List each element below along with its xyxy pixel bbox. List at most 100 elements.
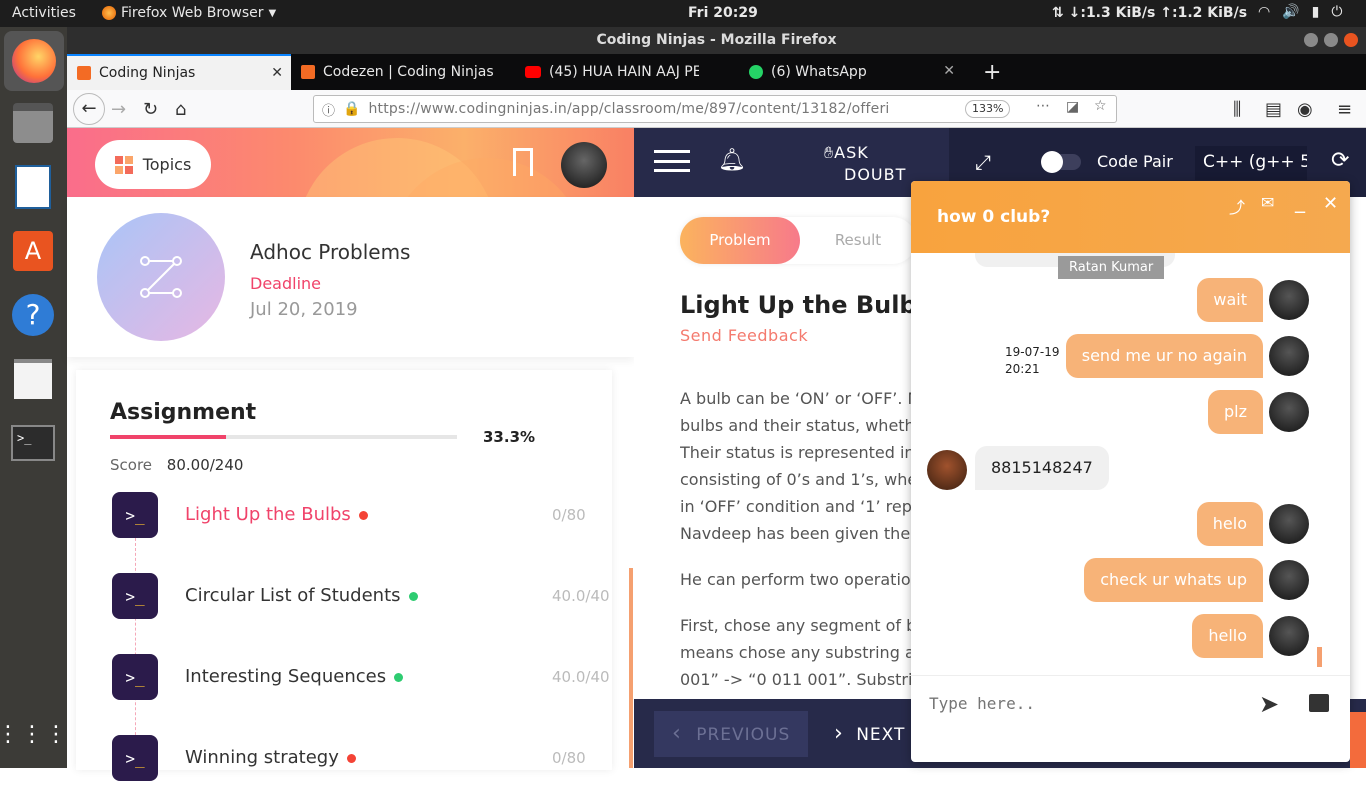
new-tab-button[interactable]: + xyxy=(973,54,1003,90)
list-item-problem-4[interactable]: > _ Winning strategy 0/80 xyxy=(112,735,632,785)
close-icon[interactable]: ✕ xyxy=(1323,193,1338,214)
problem-name-text: Interesting Sequences xyxy=(185,666,387,687)
info-icon[interactable]: ⓘ xyxy=(322,100,335,119)
message-bubble: plz xyxy=(1208,390,1263,434)
language-value: C++ (g++ 5. xyxy=(1203,152,1307,172)
system-tray[interactable]: ◠ 🔊 ▮ ⏻ xyxy=(1258,4,1342,20)
tab-label: (6) WhatsApp xyxy=(771,64,867,80)
app-menu[interactable]: Firefox Web Browser ▼ xyxy=(102,5,276,21)
tab-result[interactable]: Result xyxy=(800,217,916,264)
list-item-problem-3[interactable]: > _ Interesting Sequences 40.0/40 xyxy=(112,654,632,704)
problem-header: 🔔︎ ✋︎ASK DOUBT xyxy=(634,128,949,197)
chat-scrollbar[interactable] xyxy=(1317,647,1322,667)
chat-input[interactable] xyxy=(929,688,1229,718)
statement-line: Their status is represented in xyxy=(680,443,915,462)
send-feedback-link[interactable]: Send Feedback xyxy=(680,326,808,345)
net-speed-text: ↓:1.3 KiB/s ↑:1.2 KiB/s xyxy=(1068,5,1248,21)
libreoffice-impress-icon[interactable] xyxy=(9,163,57,211)
url-text[interactable]: https://www.codingninjas.in/app/classroo… xyxy=(368,101,888,117)
library-icon[interactable]: ⫼ xyxy=(1233,99,1241,120)
bookmark-star-icon[interactable]: ☆ xyxy=(1094,98,1107,114)
chevron-left-icon: ‹ xyxy=(672,721,682,746)
more-actions-icon[interactable]: ⋯ xyxy=(1036,98,1050,114)
close-window-button[interactable] xyxy=(1344,33,1358,47)
statement-line: He can perform two operatio xyxy=(680,570,911,589)
avatar[interactable] xyxy=(561,142,607,188)
terminal-icon: > _ xyxy=(112,573,158,619)
previous-label: PREVIOUS xyxy=(696,725,791,745)
tab-result-label: Result xyxy=(834,231,882,249)
avatar xyxy=(1269,392,1309,432)
bell-icon[interactable]: 🔔︎ xyxy=(718,148,746,173)
hand-icon: ✋︎ xyxy=(824,143,835,162)
course-header: Topics xyxy=(67,128,634,197)
refresh-icon[interactable]: ⟳ xyxy=(1331,148,1349,173)
ask-doubt-button[interactable]: ✋︎ASK DOUBT xyxy=(824,142,906,186)
tab-coding-ninjas[interactable]: Coding Ninjas ✕ xyxy=(67,54,291,90)
hamburger-icon[interactable] xyxy=(654,150,690,172)
code-pair-label: Code Pair xyxy=(1097,152,1173,171)
files-icon[interactable] xyxy=(9,99,57,147)
coding-ninjas-favicon xyxy=(301,65,315,79)
chat-window: how 0 club? ⤴ ✉ _ ✕ Ratan Kumar wait 19-… xyxy=(911,181,1350,762)
tab-problem[interactable]: Problem xyxy=(680,217,800,264)
maximize-button[interactable] xyxy=(1324,33,1338,47)
tab-youtube[interactable]: (45) HUA HAIN AAJ PEHL xyxy=(515,54,739,90)
list-item-problem-2[interactable]: > _ Circular List of Students 40.0/40 xyxy=(112,573,632,623)
statement-line: consisting of 0’s and 1’s, whe xyxy=(680,470,918,489)
clock[interactable]: Fri 20:29 xyxy=(688,5,758,21)
previous-button[interactable]: ‹ PREVIOUS xyxy=(654,711,808,757)
home-icon[interactable]: ⌂ xyxy=(175,99,186,120)
topics-button[interactable]: Topics xyxy=(95,140,211,189)
list-item-problem-1[interactable]: > _ Light Up the Bulbs 0/80 xyxy=(112,492,632,542)
activities-button[interactable]: Activities xyxy=(12,5,76,21)
tab-whatsapp[interactable]: (6) WhatsApp ✕ xyxy=(739,54,963,90)
problem-name: Circular List of Students xyxy=(185,585,418,606)
timestamp-date: 19-07-19 xyxy=(1005,345,1060,359)
tab-codezen[interactable]: Codezen | Coding Ninjas xyxy=(291,54,515,90)
code-pair-toggle[interactable] xyxy=(1041,151,1081,173)
avatar xyxy=(1269,560,1309,600)
avatar xyxy=(1269,504,1309,544)
reload-icon[interactable]: ↻ xyxy=(143,99,158,120)
pocket-icon[interactable]: ◪ xyxy=(1066,99,1079,115)
popout-icon[interactable]: ⤴ xyxy=(1229,194,1245,218)
chevron-down-icon: ▼ xyxy=(268,7,277,19)
send-icon[interactable]: ➤ xyxy=(1259,690,1279,718)
chat-messages[interactable]: Ratan Kumar wait 19-07-19 20:21 send me … xyxy=(911,253,1350,675)
image-icon[interactable] xyxy=(1309,694,1329,712)
software-center-icon[interactable]: A xyxy=(9,227,57,275)
progress-text: 33.3% xyxy=(483,428,536,446)
sidebar-icon[interactable]: ▤ xyxy=(1265,99,1282,120)
sender-tooltip: Ratan Kumar xyxy=(1058,256,1165,279)
fullscreen-icon[interactable]: ⤢ xyxy=(975,150,991,174)
module-title: Adhoc Problems xyxy=(250,240,411,264)
minimize-chat-icon[interactable]: _ xyxy=(1295,189,1305,213)
account-icon[interactable]: ◉ xyxy=(1297,99,1313,120)
text-editor-icon[interactable] xyxy=(9,355,57,403)
firefox-icon[interactable] xyxy=(4,31,64,91)
bookmark-icon[interactable] xyxy=(513,148,533,176)
language-select[interactable]: C++ (g++ 5. xyxy=(1195,146,1307,180)
score-value: 80.00/240 xyxy=(166,456,244,474)
message-bubble-incoming: 8815148247 xyxy=(975,446,1109,490)
scroll-indicator[interactable] xyxy=(629,568,633,768)
help-icon[interactable]: ? xyxy=(9,291,57,339)
url-bar[interactable]: ⓘ 🔒 https://www.codingninjas.in/app/clas… xyxy=(313,95,1117,123)
close-icon[interactable]: ✕ xyxy=(943,63,955,79)
terminal-icon[interactable]: >_ xyxy=(9,419,57,467)
net-speed: ⇅ ↓:1.3 KiB/s ↑:1.2 KiB/s xyxy=(1052,5,1248,21)
close-icon[interactable]: ✕ xyxy=(271,65,283,81)
zoom-level[interactable]: 133% xyxy=(965,100,1011,118)
minimize-button[interactable] xyxy=(1304,33,1318,47)
status-dot xyxy=(358,510,368,520)
show-apps-icon[interactable]: ⋮⋮⋮ xyxy=(0,711,67,759)
problem-name: Winning strategy xyxy=(185,747,356,768)
mail-icon[interactable]: ✉ xyxy=(1261,193,1274,212)
tab-problem-label: Problem xyxy=(709,231,771,249)
back-icon[interactable]: ← xyxy=(73,93,105,125)
problem-name: Interesting Sequences xyxy=(185,666,404,687)
forward-icon[interactable]: → xyxy=(111,99,126,120)
deadline-date: Jul 20, 2019 xyxy=(250,299,358,320)
menu-icon[interactable]: ≡ xyxy=(1337,99,1352,120)
